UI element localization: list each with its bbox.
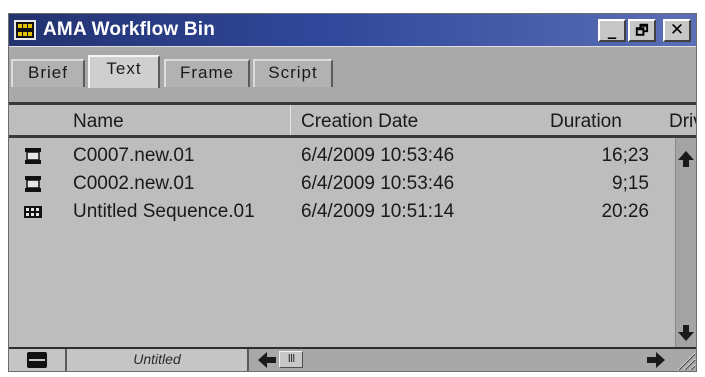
item-creation-date: 6/4/2009 10:51:14 bbox=[301, 201, 455, 222]
column-header-row: Name Creation Date Duration Driv bbox=[9, 102, 696, 138]
item-duration: 20:26 bbox=[601, 201, 649, 222]
tab-brief[interactable]: Brief bbox=[11, 59, 85, 87]
restore-icon: 🗗 bbox=[635, 23, 649, 39]
title-bar[interactable]: AMA Workflow Bin _ 🗗 ✕ bbox=[9, 14, 696, 46]
item-name: Untitled Sequence.01 bbox=[73, 201, 255, 222]
column-header-duration[interactable]: Duration bbox=[550, 110, 622, 134]
resize-grip-icon[interactable] bbox=[674, 349, 696, 371]
bin-view-name[interactable]: Untitled bbox=[67, 349, 249, 371]
film-bin-icon[interactable] bbox=[14, 20, 36, 40]
scroll-up-arrow-icon[interactable] bbox=[677, 150, 695, 168]
sequence-icon bbox=[24, 206, 42, 218]
scroll-left-arrow-icon[interactable] bbox=[257, 351, 277, 369]
bin-item-list[interactable]: C0007.new.01 6/4/2009 10:53:46 16;23 C00… bbox=[9, 138, 675, 347]
tab-text[interactable]: Text bbox=[88, 55, 160, 88]
tab-frame[interactable]: Frame bbox=[164, 59, 250, 87]
item-creation-date: 6/4/2009 10:53:46 bbox=[301, 173, 455, 194]
item-creation-date: 6/4/2009 10:53:46 bbox=[301, 145, 455, 166]
column-header-name[interactable]: Name bbox=[73, 110, 124, 134]
scroll-right-arrow-icon[interactable] bbox=[646, 351, 666, 369]
status-bar: Untitled III bbox=[9, 347, 696, 371]
scroll-down-arrow-icon[interactable] bbox=[677, 324, 695, 342]
horizontal-scroll-thumb[interactable]: III bbox=[279, 351, 303, 368]
clip-icon bbox=[25, 176, 41, 192]
bin-window: AMA Workflow Bin _ 🗗 ✕ Brief Text Frame … bbox=[8, 13, 697, 372]
column-divider[interactable] bbox=[290, 105, 291, 135]
minimize-icon: _ bbox=[607, 20, 617, 40]
list-item[interactable]: Untitled Sequence.01 6/4/2009 10:51:14 2… bbox=[9, 198, 675, 226]
list-item[interactable]: C0002.new.01 6/4/2009 10:53:46 9;15 bbox=[9, 170, 675, 198]
window-title: AMA Workflow Bin bbox=[43, 19, 216, 40]
item-name: C0007.new.01 bbox=[73, 145, 195, 166]
vertical-scrollbar[interactable] bbox=[675, 138, 696, 347]
item-duration: 9;15 bbox=[612, 173, 649, 194]
horizontal-scrollbar[interactable]: III bbox=[249, 349, 674, 371]
minimize-button[interactable]: _ bbox=[598, 19, 626, 42]
item-name: C0002.new.01 bbox=[73, 173, 195, 194]
tab-script[interactable]: Script bbox=[253, 59, 333, 87]
maximize-button[interactable]: 🗗 bbox=[628, 19, 656, 42]
item-duration: 16;23 bbox=[601, 145, 649, 166]
close-button[interactable]: ✕ bbox=[663, 19, 691, 42]
bin-menu-icon bbox=[27, 352, 47, 368]
list-item[interactable]: C0007.new.01 6/4/2009 10:53:46 16;23 bbox=[9, 142, 675, 170]
bin-menu-button[interactable] bbox=[9, 349, 67, 371]
bin-view-tabs: Brief Text Frame Script bbox=[9, 46, 696, 103]
clip-icon bbox=[25, 148, 41, 164]
column-header-creation-date[interactable]: Creation Date bbox=[301, 110, 418, 134]
column-header-drive[interactable]: Driv bbox=[669, 110, 696, 134]
close-icon: ✕ bbox=[669, 20, 685, 40]
